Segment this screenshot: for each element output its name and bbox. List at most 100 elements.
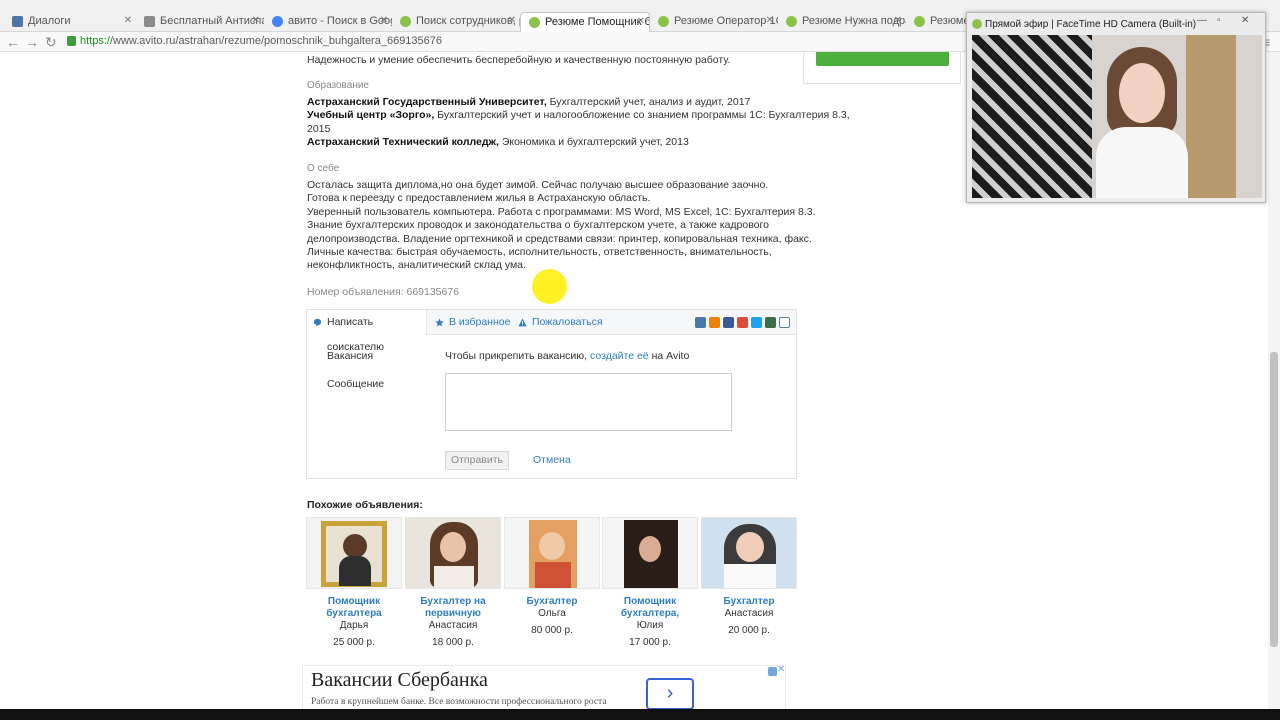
tab-complain[interactable]: Пожаловаться bbox=[512, 310, 612, 335]
education-line: 2015 bbox=[307, 123, 330, 135]
chat-bubble-icon bbox=[313, 318, 322, 327]
contact-form: Написать соискателю В избранное Пожалова… bbox=[306, 309, 797, 479]
chevron-right-icon[interactable]: › bbox=[646, 678, 694, 710]
similar-photo[interactable] bbox=[701, 517, 797, 589]
browser-tab[interactable]: Поиск сотрудников, раб ✕ bbox=[392, 12, 520, 32]
similar-title[interactable]: Помощник бухгалтера bbox=[306, 596, 402, 620]
vk-favicon-icon bbox=[12, 16, 23, 27]
similar-card[interactable]: Бухгалтер на первичную Анастасия 18 000 … bbox=[405, 517, 501, 649]
similar-card[interactable]: Бухгалтер Анастасия 20 000 р. bbox=[701, 517, 797, 637]
similar-name: Анастасия bbox=[724, 608, 774, 619]
url-field[interactable]: https://www.avito.ru/astrahan/rezume/pom… bbox=[64, 33, 964, 50]
camera-video-feed bbox=[972, 35, 1262, 198]
tab-add-favorite[interactable]: В избранное bbox=[429, 310, 519, 335]
camera-window-title: Прямой эфир | FaceTime HD Camera (Built-… bbox=[985, 19, 1197, 30]
maximize-icon[interactable]: ▫ bbox=[1217, 15, 1221, 26]
about-line: Осталась защита диплома,но она будет зим… bbox=[307, 179, 769, 191]
forward-arrow-icon[interactable]: → bbox=[25, 34, 39, 50]
tab-label: авито - Поиск в Google bbox=[288, 15, 392, 27]
close-tab-icon[interactable]: ✕ bbox=[252, 12, 260, 30]
mailru-share-icon[interactable] bbox=[765, 317, 776, 328]
close-window-icon[interactable]: ✕ bbox=[1241, 15, 1249, 26]
back-arrow-icon[interactable]: ← bbox=[6, 34, 20, 50]
vk-share-icon[interactable] bbox=[695, 317, 706, 328]
create-vacancy-link[interactable]: создайте её bbox=[590, 350, 649, 362]
similar-photo[interactable] bbox=[405, 517, 501, 589]
tab-label: Резюме Ре bbox=[930, 15, 966, 27]
google-favicon-icon bbox=[272, 16, 283, 27]
reload-icon[interactable]: ↻ bbox=[45, 34, 57, 51]
similar-card[interactable]: Помощник бухгалтера, Юлия 17 000 р. bbox=[602, 517, 698, 649]
similar-price: 20 000 р. bbox=[728, 625, 770, 636]
browser-tab-active[interactable]: Резюме Помощник бухг ✕ bbox=[520, 12, 650, 32]
similar-photo[interactable] bbox=[602, 517, 698, 589]
education-heading: Образование bbox=[307, 80, 369, 91]
tab-label: Пожаловаться bbox=[532, 316, 603, 328]
about-line: Готова к переезду с предоставлением жиль… bbox=[307, 192, 651, 204]
tab-label: Поиск сотрудников, раб bbox=[416, 15, 520, 27]
lock-icon bbox=[67, 36, 76, 46]
browser-tab[interactable]: Резюме Оператор 1С в А ✕ bbox=[650, 12, 778, 32]
close-tab-icon[interactable]: ✕ bbox=[124, 12, 132, 30]
url-scheme: https:// bbox=[80, 35, 114, 47]
tab-label: Резюме Помощник бухг bbox=[545, 16, 650, 28]
message-label: Сообщение bbox=[327, 378, 385, 390]
cancel-link[interactable]: Отмена bbox=[533, 454, 571, 466]
show-phone-button[interactable] bbox=[816, 52, 949, 66]
close-tab-icon[interactable]: ✕ bbox=[380, 12, 388, 30]
minimize-icon[interactable]: — bbox=[1197, 15, 1207, 26]
about-line: Знание бухгалтерских проводок и законода… bbox=[307, 219, 769, 231]
similar-price: 80 000 р. bbox=[531, 625, 573, 636]
close-tab-icon[interactable]: ✕ bbox=[766, 12, 774, 30]
similar-card[interactable]: Помощник бухгалтера Дарья 25 000 р. bbox=[306, 517, 402, 649]
page-scrollbar[interactable] bbox=[1268, 52, 1280, 709]
similar-photo[interactable] bbox=[504, 517, 600, 589]
similar-name: Ольга bbox=[538, 608, 566, 619]
tab-label: Резюме Нужна подрабо bbox=[802, 15, 906, 27]
avito-favicon-icon bbox=[658, 16, 669, 27]
camera-window[interactable]: Прямой эфир | FaceTime HD Camera (Built-… bbox=[966, 12, 1266, 203]
twitter-share-icon[interactable] bbox=[751, 317, 762, 328]
close-tab-icon[interactable]: ✕ bbox=[508, 12, 516, 30]
browser-tab[interactable]: Резюме Ре bbox=[906, 12, 966, 32]
education-detail: 2015 bbox=[307, 123, 331, 135]
education-detail: Бухгалтерский учет, анализ и аудит, 2017 bbox=[546, 96, 751, 108]
avito-favicon-icon bbox=[400, 16, 411, 27]
facebook-share-icon[interactable] bbox=[723, 317, 734, 328]
send-button[interactable]: Отправить bbox=[445, 451, 509, 470]
browser-tab[interactable]: Резюме Нужна подрабо ✕ bbox=[778, 12, 906, 32]
avito-favicon-icon bbox=[786, 16, 797, 27]
ad-title[interactable]: Вакансии Сбербанка bbox=[311, 669, 488, 692]
similar-name: Дарья bbox=[339, 620, 369, 631]
similar-price: 17 000 р. bbox=[629, 637, 671, 648]
avito-favicon-icon bbox=[914, 16, 925, 27]
similar-name: Юлия bbox=[636, 620, 664, 631]
link-share-icon[interactable] bbox=[779, 317, 790, 328]
about-line: делопроизводства. Владение оргтехникой и… bbox=[307, 233, 812, 245]
tab-label: Резюме Оператор 1С в А bbox=[674, 15, 778, 27]
similar-title[interactable]: Бухгалтер на первичную bbox=[405, 596, 501, 620]
browser-tab[interactable]: Бесплатный Антиспамер ✕ bbox=[136, 12, 264, 32]
education-line: Астраханский Государственный Университет… bbox=[307, 96, 750, 108]
similar-card[interactable]: Бухгалтер Ольга 80 000 р. bbox=[504, 517, 600, 637]
similar-title[interactable]: Помощник бухгалтера, bbox=[602, 596, 698, 620]
similar-title[interactable]: Бухгалтер bbox=[701, 596, 797, 608]
browser-tab[interactable]: авито - Поиск в Google ✕ bbox=[264, 12, 392, 32]
warning-icon bbox=[518, 318, 527, 327]
ad-info-icon[interactable] bbox=[768, 667, 777, 676]
ok-share-icon[interactable] bbox=[709, 317, 720, 328]
message-input[interactable] bbox=[445, 373, 732, 431]
document-favicon-icon bbox=[144, 16, 155, 27]
browser-tab[interactable]: Диалоги ✕ bbox=[4, 12, 136, 32]
googleplus-share-icon[interactable] bbox=[737, 317, 748, 328]
tab-write-applicant[interactable]: Написать соискателю bbox=[307, 310, 427, 353]
scrollbar-thumb[interactable] bbox=[1270, 352, 1278, 647]
similar-title[interactable]: Бухгалтер bbox=[504, 596, 600, 608]
cursor-highlight bbox=[532, 269, 567, 304]
vacancy-hint-text: Чтобы прикрепить вакансию, bbox=[445, 350, 591, 362]
close-tab-icon[interactable]: ✕ bbox=[894, 12, 902, 30]
ad-close-icon[interactable]: ✕ bbox=[777, 666, 785, 675]
similar-photo[interactable] bbox=[306, 517, 402, 589]
ad-number: Номер объявления: 669135676 bbox=[307, 286, 460, 298]
close-tab-icon[interactable]: ✕ bbox=[637, 13, 645, 31]
